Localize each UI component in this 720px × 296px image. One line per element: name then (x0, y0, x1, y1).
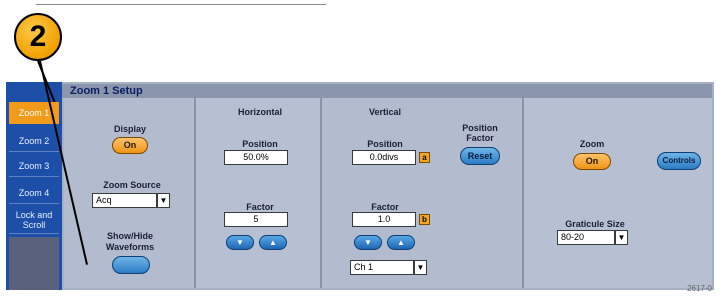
vertical-channel-select[interactable]: Ch 1 (350, 260, 414, 275)
zoom-source-label: Zoom Source (103, 180, 161, 190)
show-hide-waveforms-button[interactable] (112, 256, 150, 274)
tab-zoom-2[interactable]: Zoom 2 (9, 130, 59, 152)
position-factor-reset-button[interactable]: Reset (460, 147, 500, 165)
vertical-factor-field[interactable]: 1.0 (352, 212, 416, 227)
vertical-factor-badge: b (419, 214, 430, 225)
zoom-source-dropdown-arrow[interactable]: ▼ (157, 193, 170, 208)
callout-number: 2 (14, 13, 62, 61)
graticule-size-select[interactable]: 80-20 (557, 230, 615, 245)
horizontal-factor-down-button[interactable]: ▼ (226, 235, 254, 250)
zoom-on-button[interactable]: On (573, 153, 611, 170)
figure-number: 2617-0 (687, 284, 712, 293)
vertical-channel-dropdown-arrow[interactable]: ▼ (414, 260, 427, 275)
setup-title: Zoom 1 Setup (70, 85, 143, 97)
vertical-position-label: Position (367, 139, 403, 149)
vertical-factor-label: Factor (371, 202, 399, 212)
position-factor-label: Position Factor (462, 123, 498, 143)
section-divider (522, 98, 524, 288)
graticule-size-dropdown-arrow[interactable]: ▼ (615, 230, 628, 245)
horizontal-position-field[interactable]: 50.0% (224, 150, 288, 165)
tabs-filler (9, 237, 59, 290)
vertical-factor-down-button[interactable]: ▼ (354, 235, 382, 250)
tab-zoom-3[interactable]: Zoom 3 (9, 155, 59, 177)
horizontal-section (196, 98, 320, 288)
vertical-header: Vertical (368, 107, 402, 117)
tab-lock-and-scroll[interactable]: Lock and Scroll (9, 208, 59, 234)
horizontal-factor-label: Factor (246, 202, 274, 212)
graticule-size-label: Graticule Size (565, 219, 625, 229)
callout-top-rule (36, 4, 326, 5)
vertical-position-badge: a (419, 152, 430, 163)
horizontal-factor-up-button[interactable]: ▲ (259, 235, 287, 250)
setup-title-bar (62, 84, 712, 98)
controls-button[interactable]: Controls (657, 152, 701, 170)
tab-zoom-4[interactable]: Zoom 4 (9, 182, 59, 204)
zoom-label: Zoom (579, 139, 605, 149)
display-label: Display (113, 124, 146, 134)
vertical-factor-up-button[interactable]: ▲ (387, 235, 415, 250)
section-divider (320, 98, 322, 288)
zoom-section (524, 98, 712, 288)
show-hide-waveforms-label: Show/Hide Waveforms (105, 231, 155, 252)
display-on-button[interactable]: On (112, 137, 148, 154)
horizontal-position-label: Position (242, 139, 278, 149)
vertical-position-field[interactable]: 0.0divs (352, 150, 416, 165)
section-divider (194, 98, 196, 288)
horizontal-factor-field[interactable]: 5 (224, 212, 288, 227)
horizontal-header: Horizontal (238, 107, 282, 117)
zoom-source-select[interactable]: Acq (92, 193, 157, 208)
